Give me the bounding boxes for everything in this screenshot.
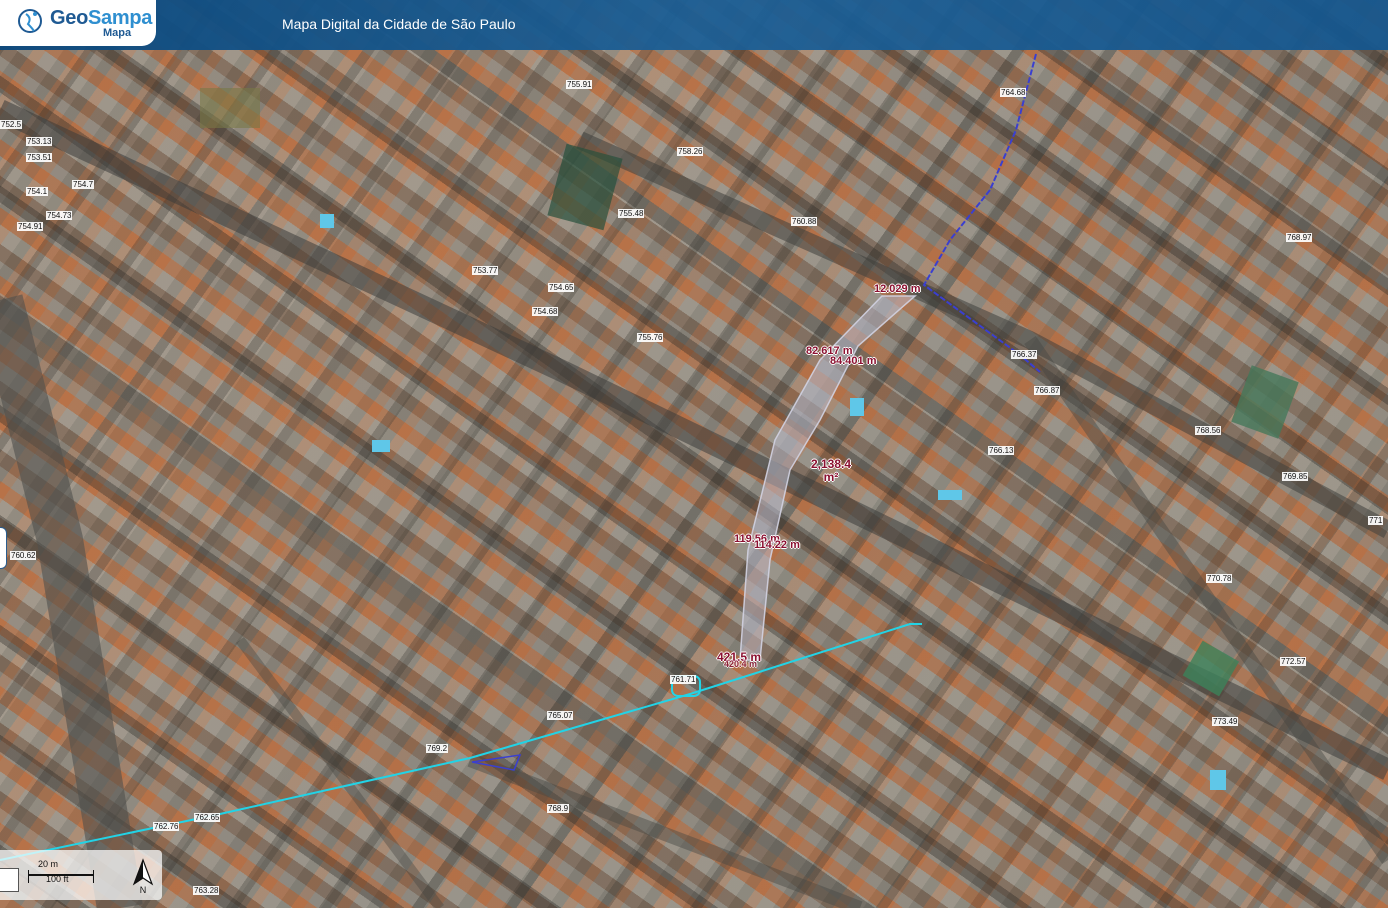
geosampa-map-app: 755.91 764.68 752.5 753.13 753.51 754.7 … (0, 0, 1388, 908)
elevation-label: 766.37 (1011, 350, 1038, 359)
elevation-label: 769.85 (1282, 472, 1309, 481)
north-arrow-icon: N (132, 858, 154, 894)
distance-label: 114.22 m (754, 539, 800, 551)
avenue-diagonal-1 (0, 100, 1388, 780)
map-overlay-shapes (0, 53, 1388, 908)
elevation-label: 760.62 (10, 551, 37, 560)
elevation-label: 755.48 (618, 209, 645, 218)
pool-5 (1210, 770, 1226, 790)
elevation-label: 772.57 (1280, 657, 1307, 666)
elevation-label: 762.65 (194, 813, 221, 822)
elevation-label: 754.1 (26, 187, 49, 196)
measure-line (0, 623, 922, 861)
side-panel-toggle[interactable] (0, 527, 7, 569)
logo-name-part2: Sampa (88, 7, 153, 29)
logo-name: GeoSampa (50, 7, 152, 30)
app-header: GeoSampa Mapa Mapa Digital da Cidade de … (0, 0, 1388, 50)
elevation-label: 762.76 (153, 822, 180, 831)
avenue-vertical (0, 294, 143, 908)
elevation-label: 758.26 (677, 147, 704, 156)
elevation-label: 763.28 (193, 886, 220, 895)
elevation-label: 754.7 (72, 180, 95, 189)
elevation-label: 761.71 (670, 675, 697, 684)
pool-3 (938, 490, 962, 500)
logo-subtitle: Mapa (103, 27, 132, 39)
elevation-label: 764.68 (1000, 88, 1027, 97)
pool-4 (320, 214, 334, 228)
plaza-green (200, 88, 260, 128)
north-label: N (140, 885, 147, 894)
pool-2 (850, 398, 864, 416)
elevation-label: 765.07 (547, 711, 574, 720)
sports-court-3 (1231, 365, 1299, 439)
elevation-label: 766.87 (1034, 386, 1061, 395)
elevation-label: 770.78 (1206, 574, 1233, 583)
street-cross-2 (467, 753, 863, 908)
elevation-label: 754.65 (548, 283, 575, 292)
scale-bar-panel: 20 m 100 ft N (0, 850, 162, 900)
elevation-label: 754.73 (46, 211, 73, 220)
elevation-label: 769.2 (426, 744, 449, 753)
elevation-label: 768.97 (1286, 233, 1313, 242)
elevation-label: 773.49 (1212, 717, 1239, 726)
distance-label: 12.029 m (874, 283, 921, 295)
elevation-label: 754.68 (532, 307, 559, 316)
elevation-label: 753.77 (472, 266, 499, 275)
elevation-label: 771 (1368, 516, 1384, 525)
elevation-label: 768.9 (547, 804, 570, 813)
elevation-label: 768.56 (1195, 426, 1222, 435)
elevation-label: 754.91 (17, 222, 44, 231)
distance-label: 84.401 m (830, 355, 877, 367)
logo-name-part1: Geo (50, 7, 88, 29)
distance-label: 420.4 m (724, 659, 758, 669)
elevation-label: 755.76 (637, 333, 664, 342)
street-cross-3 (235, 637, 445, 908)
elevation-label: 752.5 (0, 120, 23, 129)
elevation-label: 766.13 (988, 446, 1015, 455)
page-title: Mapa Digital da Cidade de São Paulo (282, 16, 516, 32)
scale-swatch (0, 868, 19, 892)
pool-1 (372, 440, 390, 452)
aerial-map-canvas[interactable]: 755.91 764.68 752.5 753.13 753.51 754.7 … (0, 0, 1388, 908)
geosampa-logo-icon (18, 9, 42, 33)
elevation-label: 753.51 (26, 153, 53, 162)
geosampa-logo[interactable]: GeoSampa Mapa (0, 0, 156, 46)
scale-imperial-label: 100 ft (46, 874, 69, 884)
elevation-label: 753.13 (26, 137, 53, 146)
elevation-label: 760.88 (791, 217, 818, 226)
elevation-label: 755.91 (566, 80, 593, 89)
scale-metric-label: 20 m (38, 859, 59, 869)
area-unit: m² (823, 470, 839, 484)
sports-court-1 (547, 143, 623, 231)
street-cross-1 (1024, 336, 1388, 864)
area-label: 2,138.4 m² (803, 458, 859, 484)
